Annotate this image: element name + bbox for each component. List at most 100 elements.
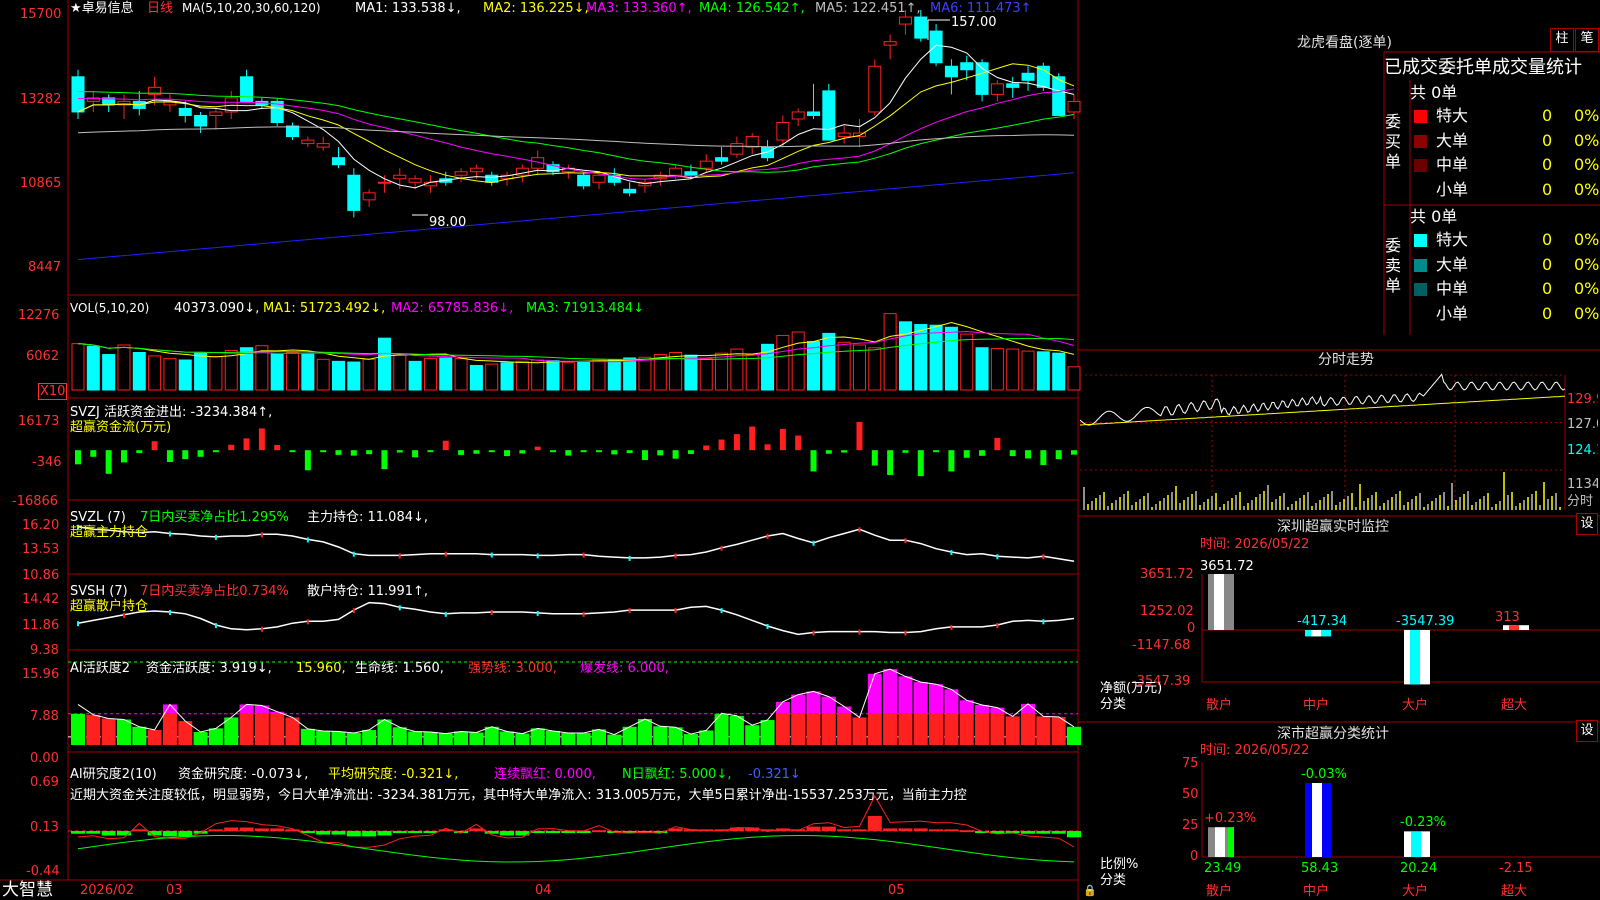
fund-flow-bar <box>228 444 235 451</box>
activity-bar <box>806 713 821 745</box>
fund-flow-bar <box>151 441 158 451</box>
fund-flow-bar <box>120 450 127 463</box>
volume-bar <box>500 362 514 391</box>
candle-body <box>194 114 208 127</box>
tick-view-button[interactable]: 笔 <box>1575 28 1599 52</box>
research-bar <box>546 831 561 834</box>
period-label[interactable]: 日线 <box>147 1 173 16</box>
research-bar <box>852 829 867 832</box>
order-row-percent: 0% <box>1574 155 1600 174</box>
volume-bar <box>347 361 361 391</box>
fund-flow-bar <box>166 450 173 462</box>
research-bar <box>162 831 177 837</box>
price-axis-label: 8447 <box>28 260 62 275</box>
sz2-settings-button[interactable]: 设 <box>1576 720 1598 742</box>
research-bar <box>821 826 836 832</box>
volume-bar <box>163 358 177 391</box>
candle-body <box>393 174 407 180</box>
ai1-axis-label: 7.88 <box>30 709 59 724</box>
ma6-line <box>77 172 1075 261</box>
activity-bar <box>132 726 147 745</box>
order-row-name: 小单 <box>1436 179 1469 199</box>
fund-flow-bar <box>733 434 740 451</box>
research-bar <box>1067 831 1081 838</box>
sz2-value-label: 23.49 <box>1204 861 1242 876</box>
order-row-percent: 0% <box>1574 130 1600 150</box>
sz1-bar-highlight <box>1214 574 1224 630</box>
candle-body <box>347 174 361 211</box>
activity-bar <box>1036 716 1051 745</box>
sz1-bar-label: -417.34 <box>1297 614 1348 629</box>
activity-burst-bar <box>867 673 882 714</box>
activity-bar <box>576 733 591 745</box>
svsh-title: SVSH (7) <box>70 584 128 599</box>
candle-body <box>883 41 897 46</box>
candle-body <box>362 192 376 201</box>
order-color-swatch <box>1414 283 1427 296</box>
chart-canvas[interactable] <box>0 0 1600 900</box>
candle-body <box>301 139 315 145</box>
fund-flow-bar <box>212 450 219 453</box>
fund-flow-bar <box>289 450 296 453</box>
order-row-name: 特大 <box>1436 230 1469 249</box>
sz1-bar-highlight <box>1311 630 1321 637</box>
volume-bar <box>1052 352 1066 391</box>
stock-name[interactable]: ★卓易信息 <box>70 1 134 16</box>
lhb-subtitle: 已成交委托单成交量统计 <box>1384 57 1582 78</box>
order-row-volume: 0 <box>1542 303 1553 323</box>
activity-bar <box>944 713 959 745</box>
volume-bar <box>745 354 759 391</box>
candle-body <box>929 30 943 64</box>
research-bar <box>898 828 913 832</box>
fund-flow-bar <box>779 428 786 451</box>
volume-bar <box>209 356 223 391</box>
activity-bar <box>71 713 85 745</box>
activity-bar <box>959 713 974 745</box>
order-row-percent: 0% <box>1574 230 1600 249</box>
research-bar <box>1051 831 1066 834</box>
svzl-title: SVZL (7) <box>70 510 126 525</box>
bar-view-button[interactable]: 柱 <box>1550 28 1574 52</box>
volume-bar <box>362 358 376 391</box>
activity-bar <box>1005 716 1020 745</box>
activity-bar <box>791 713 806 745</box>
fund-flow-bar <box>1071 450 1077 455</box>
sz1-ylabel: 净额(万元) <box>1100 681 1163 696</box>
candle-body <box>286 125 300 138</box>
activity-bar <box>852 717 867 745</box>
sz2-ylabel: 比例% <box>1100 857 1139 872</box>
sz2-bar-highlight <box>1411 831 1421 857</box>
lock-icon[interactable]: 🔒 <box>1083 883 1097 898</box>
order-row-volume: 0 <box>1542 179 1553 199</box>
candle-body <box>898 16 912 25</box>
candle-body <box>837 132 851 138</box>
brand-logo[interactable]: 大智慧 <box>2 880 53 900</box>
volume-bar <box>791 331 805 391</box>
svzj-subtitle: 超赢资金流(万元) <box>70 420 172 435</box>
fund-flow-bar <box>1009 450 1016 457</box>
ai2-average: 平均研究度: -0.321↓, <box>328 767 459 782</box>
research-bar <box>561 831 576 834</box>
activity-bar <box>147 729 162 745</box>
activity-bar <box>775 713 790 745</box>
sell-order-label: 委卖单 <box>1385 236 1402 295</box>
sz2-axis-label: 75 <box>1182 756 1199 771</box>
fund-flow-bar <box>703 445 710 451</box>
order-row-name: 中单 <box>1436 279 1469 298</box>
volume-bar <box>286 352 300 391</box>
candle-body <box>960 62 974 71</box>
svsh-subtitle: 超赢散户持仓 <box>70 599 149 614</box>
research-bar <box>377 831 392 836</box>
sz1-category: 超大 <box>1501 698 1528 713</box>
fund-flow-bar <box>856 421 863 451</box>
sz1-settings-button[interactable]: 设 <box>1576 513 1598 535</box>
research-bar <box>362 831 377 837</box>
sz2-bar-highlight <box>1312 782 1322 857</box>
research-bar <box>331 831 346 835</box>
main-force-line <box>77 525 1075 563</box>
volume-bar <box>883 313 897 391</box>
volume-bar <box>546 360 560 391</box>
research-bar <box>591 830 606 833</box>
price-low-mark: 98.00 <box>429 215 467 230</box>
order-color-swatch <box>1414 183 1427 197</box>
